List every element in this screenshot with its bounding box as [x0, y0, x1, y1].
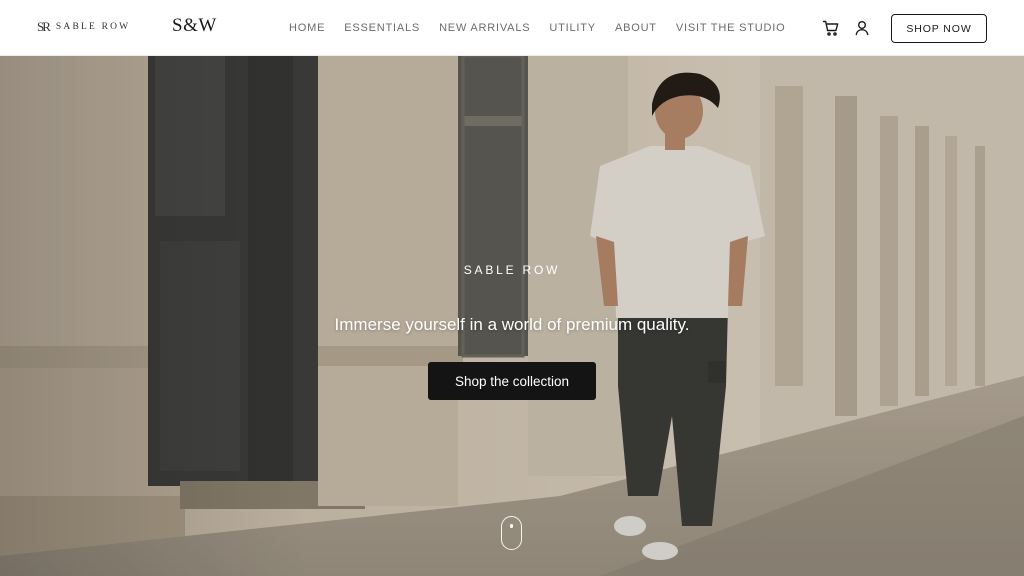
cart-icon[interactable] [821, 18, 841, 38]
nav-item-utility[interactable]: UTILITY [549, 22, 596, 34]
nav-item-about[interactable]: ABOUT [615, 22, 657, 34]
monogram-logo[interactable]: S&W [172, 15, 217, 37]
hero-tagline: Immerse yourself in a world of premium q… [334, 315, 690, 334]
brand-logo[interactable]: SR SABLE ROW [37, 20, 130, 34]
hero-eyebrow: SABLE ROW [463, 263, 561, 277]
mouse-scroll-icon[interactable] [501, 516, 522, 550]
site-header: SR SABLE ROW S&W HOME ESSENTIALS NEW ARR… [0, 0, 1024, 56]
nav-item-new-arrivals[interactable]: NEW ARRIVALS [439, 22, 530, 34]
brand-name: SABLE ROW [55, 22, 131, 32]
scroll-dot [509, 524, 513, 528]
shop-now-button[interactable]: SHOP NOW [891, 14, 987, 43]
hero-section: SABLE ROW Immerse yourself in a world of… [0, 56, 1024, 576]
nav-item-visit-the-studio[interactable]: VISIT THE STUDIO [676, 22, 786, 34]
brand-mark: SR [37, 19, 51, 34]
nav-item-home[interactable]: HOME [289, 22, 325, 34]
user-icon[interactable] [852, 18, 872, 38]
main-nav: HOME ESSENTIALS NEW ARRIVALS UTILITY ABO… [289, 22, 785, 34]
shop-collection-button[interactable]: Shop the collection [428, 362, 596, 400]
nav-item-essentials[interactable]: ESSENTIALS [344, 22, 420, 34]
